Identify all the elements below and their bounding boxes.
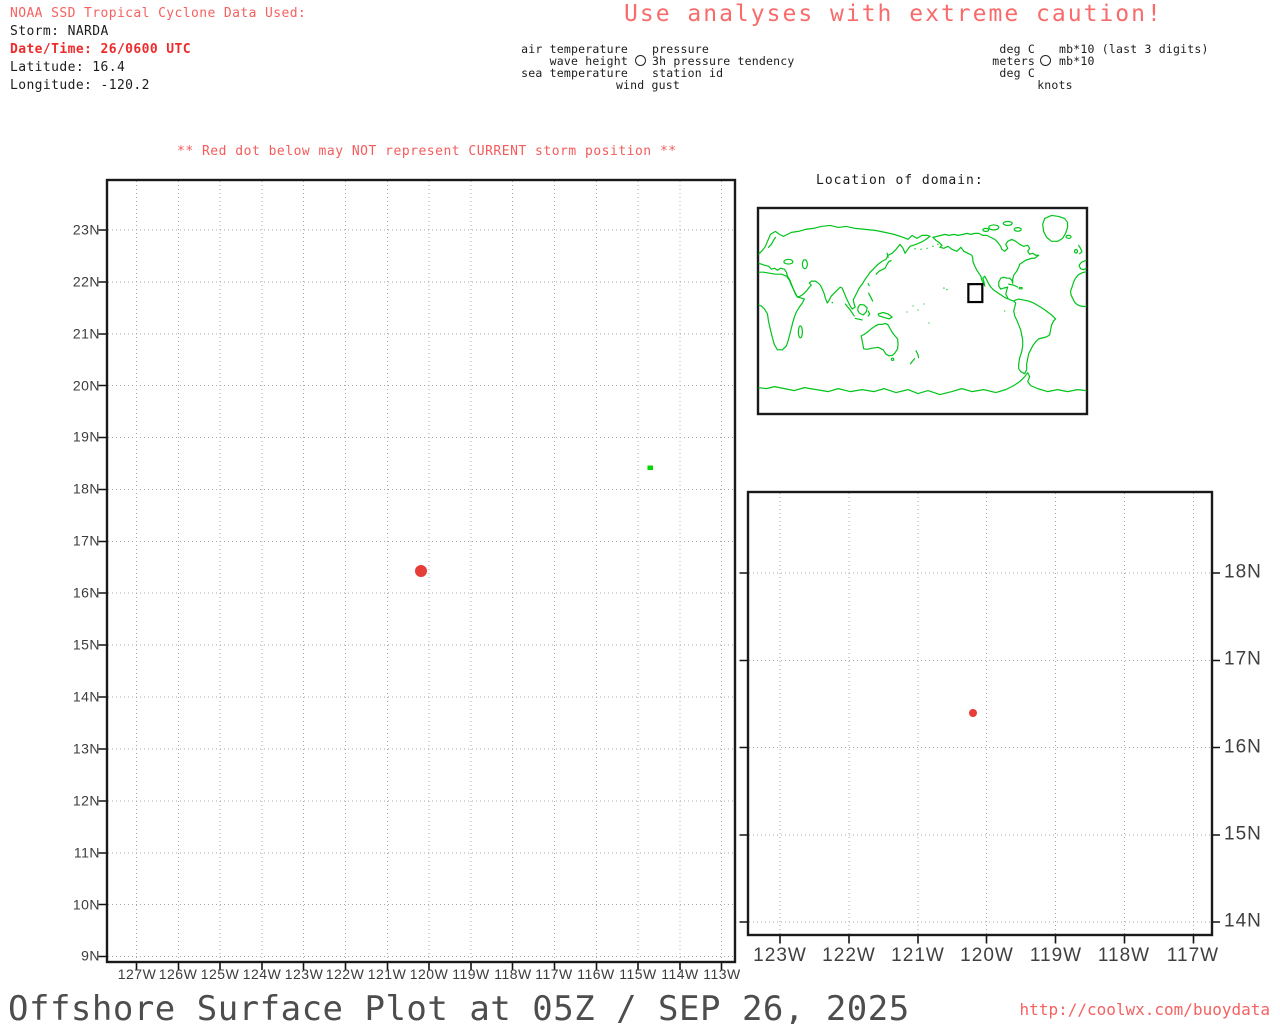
plot-graphics <box>98 178 1220 970</box>
x-tick-label: 113W <box>703 966 741 982</box>
inset-plot-frame <box>746 490 1214 937</box>
x-tick-label: 119W <box>452 966 490 982</box>
x-tick-label: 123W <box>753 945 807 966</box>
y-tick-label: 12N <box>72 792 100 809</box>
y-tick-label: 10N <box>72 896 100 913</box>
page-title: Offshore Surface Plot at 05Z / SEP 26, 2… <box>8 989 910 1024</box>
inset-plot-xticks <box>779 936 1195 944</box>
x-tick-label: 127W <box>117 966 157 982</box>
y-tick-label: 18N <box>1224 561 1262 583</box>
buoy-plot-page: NOAA SSD Tropical Cyclone Data Used: Sto… <box>0 0 1280 1024</box>
x-tick-label: 121W <box>367 966 407 982</box>
y-tick-label: 20N <box>72 377 100 394</box>
y-tick-label: 17N <box>72 532 100 549</box>
domain-box <box>967 283 984 304</box>
site-url: http://coolwx.com/buoydata <box>1019 1000 1270 1019</box>
y-tick-label: 23N <box>72 221 100 238</box>
y-tick-label: 16N <box>1224 736 1262 758</box>
x-tick-label: 116W <box>577 966 615 982</box>
world-map <box>758 214 1087 396</box>
y-tick-label: 9N <box>81 947 100 964</box>
y-tick-label: 14N <box>72 688 100 705</box>
storm-position-dot <box>415 565 427 577</box>
storm-position-dot-zoom <box>969 709 977 717</box>
x-tick-label: 122W <box>325 966 365 982</box>
x-tick-label: 118W <box>1097 945 1151 966</box>
inset-plot-yticks-left <box>739 572 747 923</box>
y-tick-label: 18N <box>72 480 100 497</box>
inset-plot-yticks-right <box>1212 572 1220 923</box>
y-tick-label: 13N <box>72 740 100 757</box>
y-tick-label: 15N <box>1224 823 1262 845</box>
inset-plot-vgrid <box>779 493 1194 934</box>
x-tick-label: 115W <box>619 966 657 982</box>
x-tick-label: 117W <box>1166 945 1220 966</box>
y-tick-label: 14N <box>1224 910 1262 932</box>
y-tick-label: 19N <box>72 428 100 445</box>
x-tick-label: 114W <box>661 966 699 982</box>
main-plot-hgrid <box>108 229 734 957</box>
world-map-frame <box>756 206 1089 416</box>
x-tick-label: 125W <box>200 966 240 982</box>
inset-plot-hgrid <box>749 572 1210 923</box>
y-tick-label: 11N <box>73 844 100 861</box>
x-tick-label: 121W <box>891 945 945 966</box>
x-tick-label: 117W <box>535 966 573 982</box>
main-plot-vgrid <box>136 181 722 961</box>
x-tick-label: 122W <box>822 945 876 966</box>
green-station-mark <box>647 465 653 470</box>
y-tick-label: 21N <box>72 325 100 342</box>
y-tick-label: 17N <box>1224 648 1262 670</box>
x-tick-label: 120W <box>409 966 449 982</box>
x-tick-label: 126W <box>158 966 198 982</box>
y-tick-label: 16N <box>72 584 100 601</box>
y-tick-label: 22N <box>72 273 100 290</box>
coastlines <box>758 214 1087 396</box>
x-tick-label: 118W <box>494 966 532 982</box>
y-tick-label: 15N <box>72 636 100 653</box>
x-tick-label: 123W <box>284 966 324 982</box>
x-tick-label: 124W <box>242 966 282 982</box>
x-tick-label: 120W <box>960 945 1014 966</box>
x-tick-label: 119W <box>1029 945 1083 966</box>
